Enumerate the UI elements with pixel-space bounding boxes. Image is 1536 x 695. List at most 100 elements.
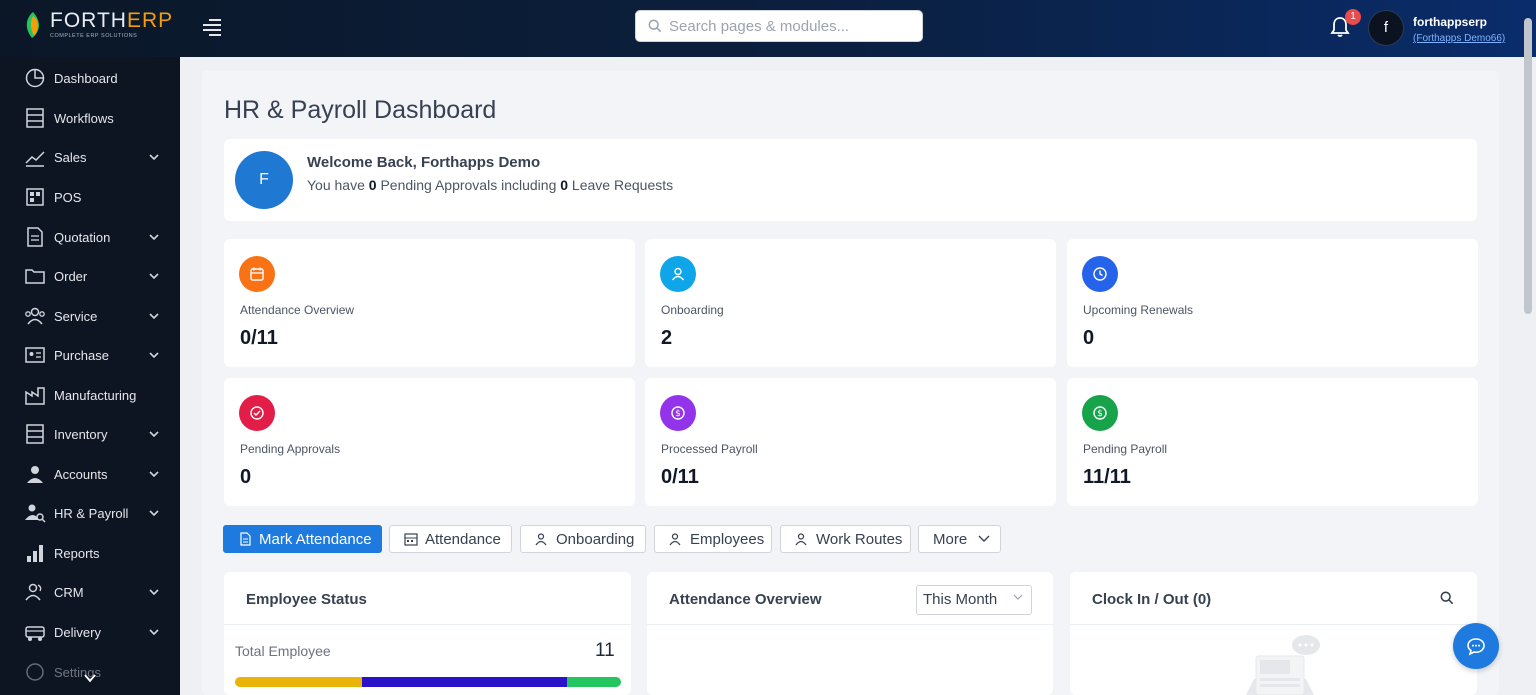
attendance-overview-panel: Attendance Overview This Month — [647, 572, 1053, 695]
clock-in-out-panel: Clock In / Out (0) — [1070, 572, 1477, 695]
sidebar-item-workflows[interactable]: Workflows — [0, 99, 180, 137]
stat-card-upcoming-renewals[interactable]: Upcoming Renewals 0 — [1067, 239, 1478, 367]
chevron-down-icon — [149, 273, 159, 280]
logo[interactable]: FORTHERP COMPLETE ERP SOLUTIONS — [22, 10, 173, 40]
sidebar: Dashboard Workflows Sales POS Quotation … — [0, 57, 180, 695]
search-icon[interactable] — [1440, 591, 1454, 605]
status-bar-segment — [362, 677, 567, 687]
tab-onboarding[interactable]: Onboarding — [520, 525, 646, 553]
employee-status-bar — [235, 677, 621, 687]
sidebar-item-delivery[interactable]: Delivery — [0, 613, 180, 651]
tab-more[interactable]: More — [918, 525, 1001, 553]
sidebar-item-label: Workflows — [54, 110, 114, 126]
user-name: forthappserp — [1413, 15, 1488, 29]
clock-icon — [1082, 256, 1118, 292]
page-scrollbar[interactable] — [1522, 14, 1534, 314]
people-icon — [535, 533, 547, 546]
stat-card-pending-approvals[interactable]: Pending Approvals 0 — [224, 378, 635, 506]
sidebar-item-label: Manufacturing — [54, 387, 137, 403]
check-circle-icon — [239, 395, 275, 431]
status-bar-segment — [235, 677, 363, 687]
pie-chart-icon — [25, 68, 45, 88]
employee-status-panel: Employee Status Total Employee 11 — [224, 572, 631, 695]
welcome-subtitle: You have 0 Pending Approvals including 0… — [307, 177, 674, 193]
dollar-icon: $ — [660, 395, 696, 431]
sidebar-item-purchase[interactable]: Purchase — [0, 336, 180, 374]
sidebar-item-inventory[interactable]: Inventory — [0, 415, 180, 453]
list-icon — [26, 108, 44, 128]
factory-icon — [25, 387, 45, 405]
gear-icon — [26, 663, 44, 681]
sidebar-item-label: HR & Payroll — [54, 505, 129, 521]
sidebar-item-pos[interactable]: POS — [0, 178, 180, 216]
sidebar-item-crm[interactable]: CRM — [0, 573, 180, 611]
sidebar-item-manufacturing[interactable]: Manufacturing — [0, 376, 180, 414]
chevron-down-icon[interactable] — [83, 672, 97, 684]
search-input[interactable] — [669, 17, 909, 35]
tab-employees[interactable]: Employees — [654, 525, 772, 553]
chevron-down-icon — [149, 471, 159, 478]
user-avatar[interactable]: f — [1368, 10, 1404, 46]
sidebar-item-label: POS — [54, 189, 82, 205]
trend-icon — [25, 151, 45, 167]
tab-work-routes[interactable]: Work Routes — [780, 525, 911, 553]
pending-approvals-count: 0 — [368, 177, 377, 193]
sidebar-item-sales[interactable]: Sales — [0, 138, 180, 176]
leave-requests-count: 0 — [560, 177, 569, 193]
company-link[interactable]: (Forthapps Demo66) — [1413, 33, 1505, 44]
sidebar-item-reports[interactable]: Reports — [0, 534, 180, 572]
stat-label: Attendance Overview — [240, 303, 355, 317]
stat-label: Onboarding — [661, 303, 724, 317]
chevron-down-icon — [149, 154, 159, 161]
tab-mark-attendance[interactable]: Mark Attendance — [223, 525, 382, 553]
sidebar-item-label: Accounts — [54, 466, 108, 482]
stat-value: 0 — [240, 466, 252, 488]
sidebar-item-order[interactable]: Order — [0, 257, 180, 295]
stat-value: 0/11 — [240, 327, 278, 349]
calendar-icon — [239, 256, 275, 292]
panel-title: Attendance Overview — [669, 591, 822, 608]
chevron-down-icon — [1013, 594, 1023, 600]
people-icon — [25, 583, 42, 601]
sidebar-item-accounts[interactable]: Accounts — [0, 455, 180, 493]
sidebar-item-label: Delivery — [54, 624, 101, 640]
logo-tagline: COMPLETE ERP SOLUTIONS — [50, 33, 138, 39]
dollar-icon: $ — [1082, 395, 1118, 431]
calendar-icon — [404, 533, 418, 546]
stat-card-onboarding[interactable]: Onboarding 2 — [645, 239, 1056, 367]
stat-label: Processed Payroll — [661, 442, 758, 456]
stat-value: 0/11 — [661, 466, 699, 488]
sidebar-item-label: Inventory — [54, 426, 108, 442]
sidebar-item-label: Reports — [54, 545, 100, 561]
stat-card-pending-payroll[interactable]: $ Pending Payroll 11/11 — [1067, 378, 1478, 506]
sidebar-item-label: Sales — [54, 149, 87, 165]
chevron-down-icon — [978, 535, 990, 542]
total-employee-value: 11 — [595, 640, 615, 661]
chevron-down-icon — [149, 313, 159, 320]
user-search-icon — [25, 504, 46, 523]
sidebar-item-quotation[interactable]: Quotation — [0, 218, 180, 256]
sidebar-item-service[interactable]: Service — [0, 297, 180, 335]
stat-value: 2 — [661, 327, 673, 349]
truck-icon — [25, 626, 45, 641]
top-bar: FORTHERP COMPLETE ERP SOLUTIONS 1 f fort… — [0, 0, 1536, 57]
stat-card-processed-payroll[interactable]: $ Processed Payroll 0/11 — [645, 378, 1056, 506]
svg-text:$: $ — [1097, 409, 1103, 419]
stat-value: 0 — [1083, 327, 1095, 349]
chat-button[interactable] — [1453, 623, 1499, 669]
sidebar-item-label: Dashboard — [54, 70, 118, 86]
document-icon — [240, 532, 251, 546]
sidebar-item-label: Order — [54, 268, 88, 284]
people-icon — [25, 307, 45, 325]
search-box[interactable] — [635, 10, 923, 42]
chevron-down-icon — [149, 629, 159, 636]
sidebar-item-dashboard[interactable]: Dashboard — [0, 59, 180, 97]
tab-attendance[interactable]: Attendance — [389, 525, 512, 553]
page-title: HR & Payroll Dashboard — [224, 96, 497, 124]
scrollbar-thumb[interactable] — [1524, 18, 1532, 314]
period-select[interactable]: This Month — [916, 585, 1032, 615]
stat-card-attendance-overview[interactable]: Attendance Overview 0/11 — [224, 239, 635, 367]
sidebar-item-hr-payroll[interactable]: HR & Payroll — [0, 494, 180, 532]
total-employee-label: Total Employee — [235, 643, 331, 659]
menu-toggle-button[interactable] — [203, 19, 221, 36]
